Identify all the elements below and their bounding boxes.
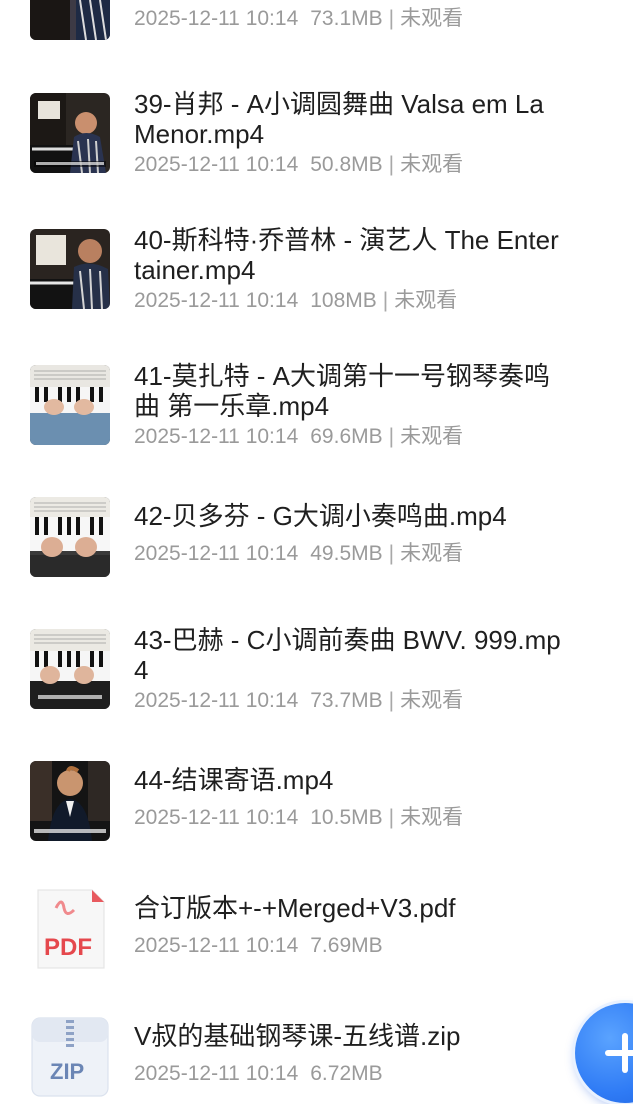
file-title: 41-莫扎特 - A大调第十一号钢琴奏鸣曲 第一乐章.mp4	[134, 361, 551, 421]
file-date: 2025-12-11 10:14	[134, 153, 299, 176]
zip-badge: ZIP	[50, 1059, 84, 1084]
file-title: 42-贝多芬 - G大调小奏鸣曲.mp4	[134, 501, 507, 531]
file-title: 39-肖邦 - A小调圆舞曲 Valsa em La Menor.mp4	[134, 89, 544, 149]
watch-status: 未观看	[400, 542, 464, 565]
file-size: 50.8MB	[310, 153, 383, 176]
file-title: 合订版本+-+Merged+V3.pdf	[134, 893, 456, 923]
file-size: 69.6MB	[310, 425, 383, 448]
pdf-file-icon: PDF	[34, 888, 106, 970]
file-title: 43-巴赫 - C小调前奏曲 BWV. 999.mp4	[134, 625, 561, 685]
watch-status: 未观看	[400, 425, 464, 448]
file-date: 2025-12-11 10:14	[134, 934, 299, 957]
file-size: 6.72MB	[310, 1062, 383, 1085]
file-size: 73.1MB	[310, 7, 383, 30]
file-title: V叔的基础钢琴课-五线谱.zip	[134, 1021, 461, 1051]
file-list-page: 2025-12-11 10:14 73.1MB | 未观看 39-肖邦 - A小调圆舞…	[0, 0, 633, 1104]
file-date: 2025-12-11 10:14	[134, 542, 299, 565]
watch-status: 未观看	[400, 7, 464, 30]
file-date: 2025-12-11 10:14	[134, 425, 299, 448]
plus-icon	[605, 1050, 633, 1056]
file-date: 2025-12-11 10:14	[134, 806, 299, 829]
file-size: 49.5MB	[310, 542, 383, 565]
file-size: 73.7MB	[310, 689, 383, 712]
file-size: 10.5MB	[310, 806, 383, 829]
piano-keys-icon	[30, 365, 110, 445]
file-date: 2025-12-11 10:14	[134, 689, 299, 712]
watch-status: 未观看	[394, 289, 458, 312]
file-title: 44-结课寄语.mp4	[134, 765, 334, 795]
piano-player-icon	[30, 93, 110, 173]
speaker-icon	[30, 761, 110, 841]
file-date: 2025-12-11 10:14	[134, 7, 299, 30]
file-size: 108MB	[310, 289, 377, 312]
file-date: 2025-12-11 10:14	[134, 1062, 299, 1085]
pdf-badge: PDF	[44, 934, 92, 961]
piano-player-icon	[30, 0, 110, 40]
file-title: 40-斯科特·乔普林 - 演艺人 The Entertainer.mp4	[134, 225, 559, 285]
file-date: 2025-12-11 10:14	[134, 289, 299, 312]
piano-keys-icon	[30, 497, 110, 577]
piano-keys-icon	[30, 629, 110, 709]
file-size: 7.69MB	[310, 934, 383, 957]
watch-status: 未观看	[400, 806, 464, 829]
piano-player-icon	[30, 229, 110, 309]
zip-file-icon: ZIP	[30, 1016, 110, 1098]
watch-status: 未观看	[400, 689, 464, 712]
add-button[interactable]	[575, 1003, 633, 1103]
watch-status: 未观看	[400, 153, 464, 176]
